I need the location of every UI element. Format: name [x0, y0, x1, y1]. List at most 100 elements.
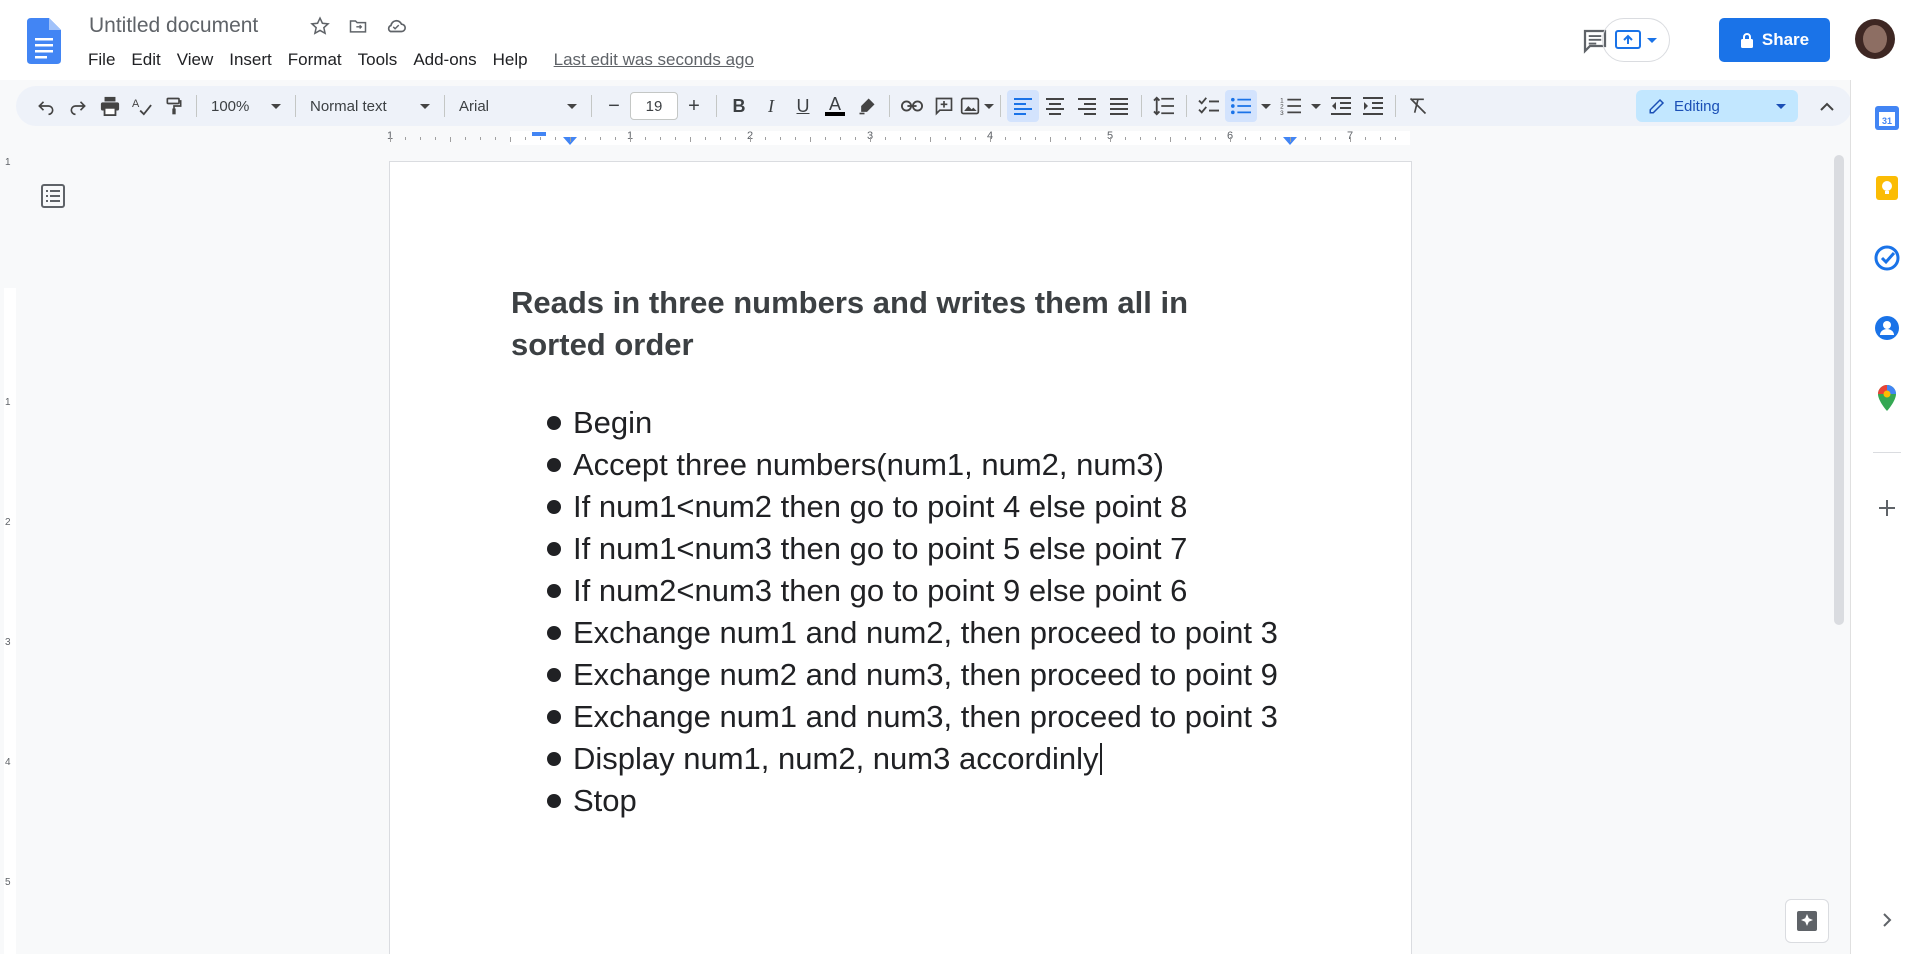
chevron-down-icon — [1776, 103, 1786, 109]
checklist-icon[interactable] — [1193, 90, 1225, 122]
ruler-number: 5 — [5, 877, 11, 888]
increase-font-size-button[interactable]: + — [678, 90, 710, 122]
docs-logo-icon[interactable] — [27, 18, 61, 64]
align-center-icon[interactable] — [1039, 90, 1071, 122]
bulleted-list-icon[interactable] — [1225, 90, 1257, 122]
numbered-list-icon[interactable]: 123 — [1275, 90, 1307, 122]
menu-view[interactable]: View — [169, 48, 222, 72]
document-page[interactable]: Reads in three numbers and writes them a… — [390, 162, 1411, 954]
last-edit-link[interactable]: Last edit was seconds ago — [554, 48, 754, 72]
avatar[interactable] — [1855, 19, 1895, 59]
toolbar-divider — [889, 95, 890, 117]
ruler-tick — [975, 137, 976, 140]
undo-icon[interactable] — [30, 90, 62, 122]
add-addon-icon[interactable] — [1873, 494, 1901, 522]
list-item[interactable]: If num1<num3 then go to point 5 else poi… — [511, 528, 1278, 570]
bulleted-list-menu-icon[interactable] — [1257, 90, 1275, 122]
share-button[interactable]: Share — [1719, 18, 1830, 62]
list-item[interactable]: Stop — [511, 780, 1278, 822]
cloud-status-icon[interactable] — [384, 14, 408, 38]
ruler-tick — [615, 137, 616, 140]
tasks-icon[interactable] — [1873, 244, 1901, 272]
maps-icon[interactable] — [1873, 384, 1901, 412]
font-size-input[interactable]: 19 — [630, 92, 678, 120]
add-comment-icon[interactable] — [928, 90, 960, 122]
ruler-tick — [825, 137, 826, 140]
document-title[interactable]: Untitled document — [89, 14, 258, 38]
menu-format[interactable]: Format — [280, 48, 350, 72]
ruler-tick — [840, 137, 841, 140]
ruler-tick — [960, 137, 961, 140]
toolbar-divider — [1186, 95, 1187, 117]
list-item[interactable]: If num1<num2 then go to point 4 else poi… — [511, 486, 1278, 528]
folder-move-icon[interactable] — [346, 14, 370, 38]
list-item[interactable]: Exchange num1 and num3, then proceed to … — [511, 696, 1278, 738]
menu-file[interactable]: File — [80, 48, 123, 72]
paint-format-icon[interactable] — [158, 90, 190, 122]
list-item[interactable]: Exchange num2 and num3, then proceed to … — [511, 654, 1278, 696]
spellcheck-icon[interactable]: A — [126, 90, 158, 122]
star-icon[interactable] — [308, 14, 332, 38]
ruler-tick — [1215, 137, 1216, 140]
style-select[interactable]: Normal text — [302, 98, 438, 115]
print-icon[interactable] — [94, 90, 126, 122]
text-color-button[interactable]: A — [819, 90, 851, 122]
pencil-icon — [1649, 98, 1665, 114]
insert-link-icon[interactable] — [896, 90, 928, 122]
italic-button[interactable]: I — [755, 90, 787, 122]
vertical-scrollbar[interactable] — [1834, 155, 1844, 625]
increase-indent-icon[interactable] — [1357, 90, 1389, 122]
list-item[interactable]: Display num1, num2, num3 accordinly — [511, 738, 1278, 780]
ruler-tick — [900, 137, 901, 140]
zoom-select[interactable]: 100% — [203, 98, 289, 115]
chevron-right-icon[interactable] — [1873, 906, 1901, 934]
list-item[interactable]: If num2<num3 then go to point 9 else poi… — [511, 570, 1278, 612]
align-left-icon[interactable] — [1007, 90, 1039, 122]
zoom-value: 100% — [211, 97, 250, 115]
explore-button[interactable] — [1785, 899, 1829, 943]
ruler-tick — [930, 137, 931, 142]
ruler-tick — [810, 137, 811, 142]
menu-tools[interactable]: Tools — [350, 48, 406, 72]
list-item[interactable]: Exchange num1 and num2, then proceed to … — [511, 612, 1278, 654]
side-panel: 31 — [1850, 80, 1920, 954]
ruler-tick — [600, 137, 601, 140]
calendar-icon[interactable]: 31 — [1873, 104, 1901, 132]
ruler-number: 3 — [5, 637, 11, 648]
align-justify-icon[interactable] — [1103, 90, 1135, 122]
decrease-indent-icon[interactable] — [1325, 90, 1357, 122]
font-select[interactable]: Arial — [451, 98, 585, 115]
ruler-tick — [1155, 137, 1156, 140]
bold-button[interactable]: B — [723, 90, 755, 122]
menu-help[interactable]: Help — [485, 48, 536, 72]
redo-icon[interactable] — [62, 90, 94, 122]
contacts-icon[interactable] — [1873, 314, 1901, 342]
document-heading[interactable]: Reads in three numbers and writes them a… — [511, 282, 1231, 366]
share-label: Share — [1761, 30, 1810, 49]
editing-mode-select[interactable]: Editing — [1636, 90, 1798, 122]
outline-icon[interactable] — [40, 183, 66, 209]
ruler-tick — [990, 137, 991, 142]
keep-icon[interactable] — [1873, 174, 1901, 202]
menu-insert[interactable]: Insert — [221, 48, 280, 72]
toolbar-divider — [1141, 95, 1142, 117]
underline-button[interactable]: U — [787, 90, 819, 122]
collapse-menus-button[interactable] — [1812, 92, 1842, 122]
first-line-indent-marker[interactable] — [532, 132, 546, 136]
ruler-tick — [1020, 137, 1021, 140]
svg-text:31: 31 — [1882, 116, 1892, 126]
menu-add-ons[interactable]: Add-ons — [405, 48, 484, 72]
list-item[interactable]: Begin — [511, 402, 1278, 444]
present-button[interactable] — [1602, 18, 1670, 62]
decrease-font-size-button[interactable]: − — [598, 90, 630, 122]
ruler-tick — [705, 137, 706, 140]
align-right-icon[interactable] — [1071, 90, 1103, 122]
numbered-list-menu-icon[interactable] — [1307, 90, 1325, 122]
bulleted-list[interactable]: Begin Accept three numbers(num1, num2, n… — [511, 402, 1278, 822]
insert-image-icon[interactable] — [960, 90, 994, 122]
line-spacing-icon[interactable] — [1148, 90, 1180, 122]
clear-formatting-icon[interactable] — [1402, 90, 1434, 122]
highlight-icon[interactable] — [851, 90, 883, 122]
list-item[interactable]: Accept three numbers(num1, num2, num3) — [511, 444, 1278, 486]
menu-edit[interactable]: Edit — [123, 48, 168, 72]
